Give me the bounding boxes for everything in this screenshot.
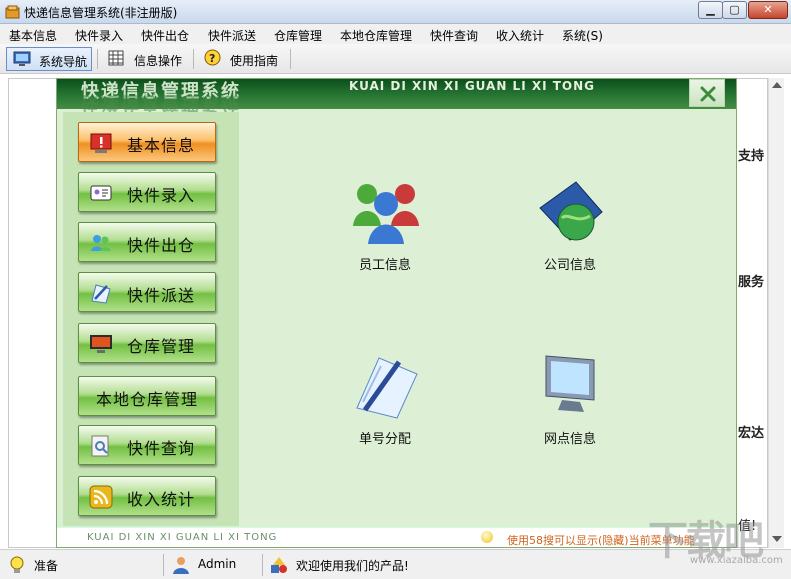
- nav-button[interactable]: 系统导航: [6, 47, 92, 71]
- footer-en-text: KUAI DI XIN XI GUAN LI XI TONG: [87, 532, 278, 543]
- status-state-text: 准备: [34, 559, 59, 573]
- status-user: Admin: [168, 554, 258, 576]
- menu-outbound[interactable]: 快件出仓: [141, 27, 189, 44]
- sidebar-item-label: 快件派送: [127, 286, 196, 305]
- help-icon: ?: [204, 49, 221, 66]
- window-title: 快递信息管理系统(非注册版): [24, 6, 178, 20]
- status-divider: [262, 554, 263, 576]
- menu-system[interactable]: 系统(S): [562, 27, 603, 44]
- sidebar-item-basic-info[interactable]: 基本信息: [78, 122, 216, 162]
- toolbar: 系统导航 信息操作 ? 使用指南: [0, 44, 791, 74]
- user-icon: [173, 557, 189, 574]
- sidebar-item-label: 快件出仓: [127, 236, 196, 255]
- sidebar: 基本信息 快件录入 快件出仓 快件派送 仓库管理 本地仓库管理 快件查询 收入统…: [63, 112, 239, 526]
- shapes-icon: [271, 557, 287, 573]
- search-doc-icon: [91, 435, 109, 457]
- sidebar-item-entry[interactable]: 快件录入: [78, 172, 216, 212]
- toolbar-divider: [290, 49, 291, 69]
- scroll-down-icon[interactable]: [772, 536, 782, 542]
- computer-icon: [545, 355, 595, 412]
- globe-icon: [539, 181, 603, 241]
- vertical-scrollbar[interactable]: [768, 78, 784, 548]
- sidebar-item-local-warehouse[interactable]: 本地仓库管理: [78, 376, 216, 416]
- nav-label: 系统导航: [39, 55, 88, 69]
- pen-icon: [91, 284, 111, 304]
- tile-staff-info[interactable]: 员工信息: [325, 178, 445, 288]
- sidebar-item-query[interactable]: 快件查询: [78, 425, 216, 465]
- alert-icon: [90, 133, 112, 153]
- menu-basic-info[interactable]: 基本信息: [9, 27, 57, 44]
- notepad-icon: [356, 357, 418, 419]
- maximize-icon: ▢: [729, 3, 740, 16]
- menu-bar: 基本信息 快件录入 快件出仓 快件派送 仓库管理 本地仓库管理 快件查询 收入统…: [0, 24, 791, 44]
- main-area: 员工信息 公司信息 单号分配 网点信息: [239, 112, 736, 526]
- rss-icon: [89, 485, 113, 509]
- tile-label: 公司信息: [543, 258, 596, 273]
- sidebar-item-income[interactable]: 收入统计: [78, 476, 216, 516]
- scroll-up-icon[interactable]: [772, 82, 782, 88]
- close-icon: [700, 86, 716, 102]
- status-user-text: Admin: [198, 557, 237, 571]
- id-card-icon: [90, 185, 112, 201]
- svg-text:?: ?: [209, 52, 215, 65]
- bg-text: 服务: [738, 275, 765, 290]
- bulb-icon: [10, 556, 24, 573]
- sidebar-item-label: 快件录入: [127, 186, 196, 205]
- tile-label: 网点信息: [543, 432, 596, 447]
- title-bar: 快递信息管理系统(非注册版) ▁ ▢ ✕: [0, 0, 791, 24]
- tile-label: 员工信息: [358, 258, 411, 273]
- maximize-button[interactable]: ▢: [722, 1, 747, 19]
- navigation-panel: 快递信息管理系统 快递信息管理系统 KUAI DI XIN XI GUAN LI…: [56, 78, 737, 548]
- menu-entry[interactable]: 快件录入: [75, 27, 123, 44]
- sidebar-item-outbound[interactable]: 快件出仓: [78, 222, 216, 262]
- panel-close-button[interactable]: [689, 79, 725, 107]
- menu-dispatch[interactable]: 快件派送: [208, 27, 256, 44]
- minimize-icon: ▁: [706, 3, 715, 16]
- panel-header: 快递信息管理系统 快递信息管理系统 KUAI DI XIN XI GUAN LI…: [57, 79, 736, 113]
- sidebar-item-label: 快件查询: [127, 439, 196, 458]
- menu-income[interactable]: 收入统计: [496, 27, 544, 44]
- menu-warehouse[interactable]: 仓库管理: [274, 27, 322, 44]
- sidebar-item-label: 收入统计: [127, 490, 196, 509]
- monitor-icon: [13, 51, 31, 66]
- people-icon: [91, 235, 111, 251]
- sidebar-item-warehouse[interactable]: 仓库管理: [78, 323, 216, 363]
- bg-text: 支持: [738, 149, 765, 164]
- grid-icon: [108, 50, 124, 66]
- sidebar-item-dispatch[interactable]: 快件派送: [78, 272, 216, 312]
- status-message: 欢迎使用我们的产品!: [266, 554, 646, 576]
- tile-company-info[interactable]: 公司信息: [510, 178, 630, 288]
- watermark-url: www.xiazaiba.com: [690, 555, 783, 566]
- sidebar-item-label: 仓库管理: [127, 337, 196, 356]
- sidebar-item-label: 基本信息: [127, 136, 196, 155]
- app-icon: [5, 5, 20, 19]
- close-icon: ✕: [763, 3, 773, 16]
- sidebar-item-label: 本地仓库管理: [95, 390, 198, 409]
- monitor-icon: [90, 335, 112, 353]
- tile-outlet-info[interactable]: 网点信息: [510, 352, 630, 462]
- guide-label: 使用指南: [230, 54, 279, 68]
- tile-label: 单号分配: [358, 432, 411, 447]
- status-divider: [163, 554, 164, 576]
- tile-number-allocation[interactable]: 单号分配: [325, 352, 445, 462]
- menu-local-warehouse[interactable]: 本地仓库管理: [340, 27, 412, 44]
- close-button[interactable]: ✕: [748, 1, 788, 19]
- toolbar-divider: [97, 49, 98, 69]
- bg-text: 宏达: [738, 426, 765, 441]
- status-state: 准备: [4, 554, 154, 576]
- info-ops-button[interactable]: 信息操作: [104, 47, 188, 71]
- status-message-text: 欢迎使用我们的产品!: [296, 559, 409, 573]
- bulb-icon: [481, 531, 493, 543]
- users-icon: [353, 184, 419, 244]
- panel-footer: KUAI DI XIN XI GUAN LI XI TONG 使用58搜可以显示…: [57, 527, 736, 547]
- menu-query[interactable]: 快件查询: [430, 27, 478, 44]
- panel-title-en: KUAI DI XIN XI GUAN LI XI TONG: [349, 79, 596, 93]
- minimize-button[interactable]: ▁: [698, 1, 723, 19]
- info-ops-label: 信息操作: [134, 54, 183, 68]
- toolbar-divider: [193, 49, 194, 69]
- guide-button[interactable]: ? 使用指南: [200, 47, 286, 71]
